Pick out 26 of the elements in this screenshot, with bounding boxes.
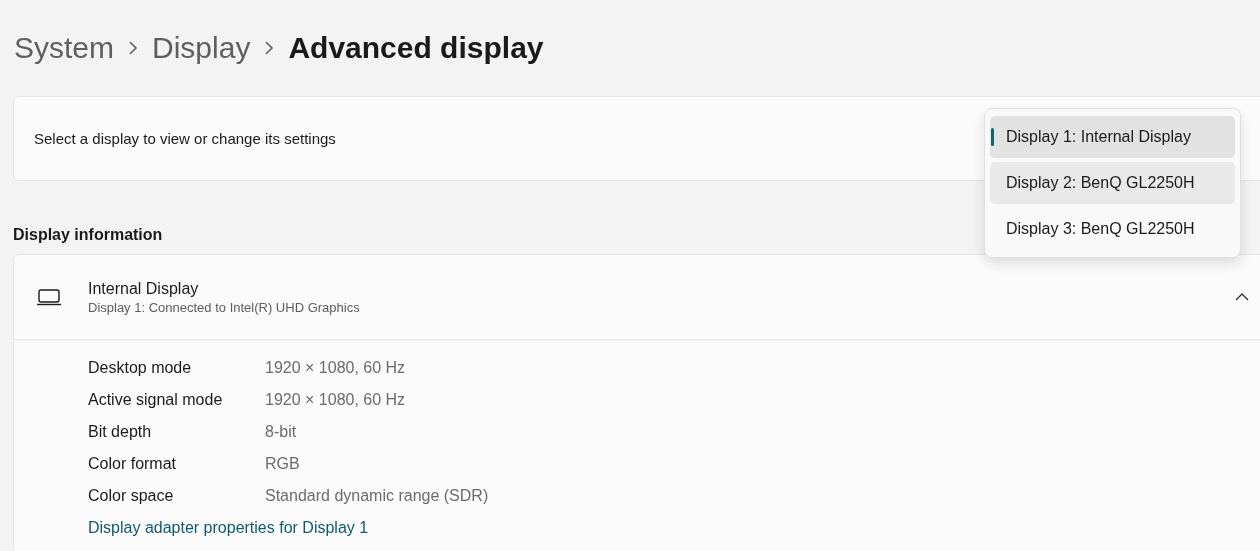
section-title: Display information — [13, 226, 163, 244]
page-title: Advanced display — [288, 31, 544, 65]
property-value: 1920 × 1080, 60 Hz — [265, 391, 407, 409]
property-label: Active signal mode — [88, 391, 224, 409]
property-label: Color format — [88, 455, 178, 473]
breadcrumb-link[interactable]: Display — [152, 31, 251, 65]
display-connection: Display 1: Connected to Intel(R) UHD Graphics — [88, 299, 361, 315]
breadcrumb-link[interactable]: System — [14, 31, 115, 65]
property-label: Color space — [88, 487, 175, 505]
dropdown-option[interactable]: Display 2: BenQ GL2250H — [990, 162, 1235, 204]
dropdown-option[interactable]: Display 1: Internal Display — [990, 116, 1235, 158]
property-value: 8-bit — [265, 423, 298, 441]
display-name: Internal Display — [88, 279, 200, 298]
property-label: Bit depth — [88, 423, 153, 441]
property-value: RGB — [265, 455, 301, 473]
selection-indicator — [991, 128, 994, 146]
property-label: Desktop mode — [88, 359, 193, 377]
laptop-icon — [36, 288, 62, 306]
property-value: 1920 × 1080, 60 Hz — [265, 359, 407, 377]
chevron-right-icon — [128, 40, 139, 56]
select-prompt: Select a display to view or change its settings — [34, 130, 336, 147]
chevron-up-icon[interactable] — [1234, 292, 1250, 302]
adapter-properties-link[interactable]: Display adapter properties for Display 1 — [88, 519, 1260, 537]
dropdown-option[interactable]: Display 3: BenQ GL2250H — [990, 208, 1235, 250]
property-value: Standard dynamic range (SDR) — [265, 487, 490, 505]
chevron-right-icon — [264, 40, 275, 56]
